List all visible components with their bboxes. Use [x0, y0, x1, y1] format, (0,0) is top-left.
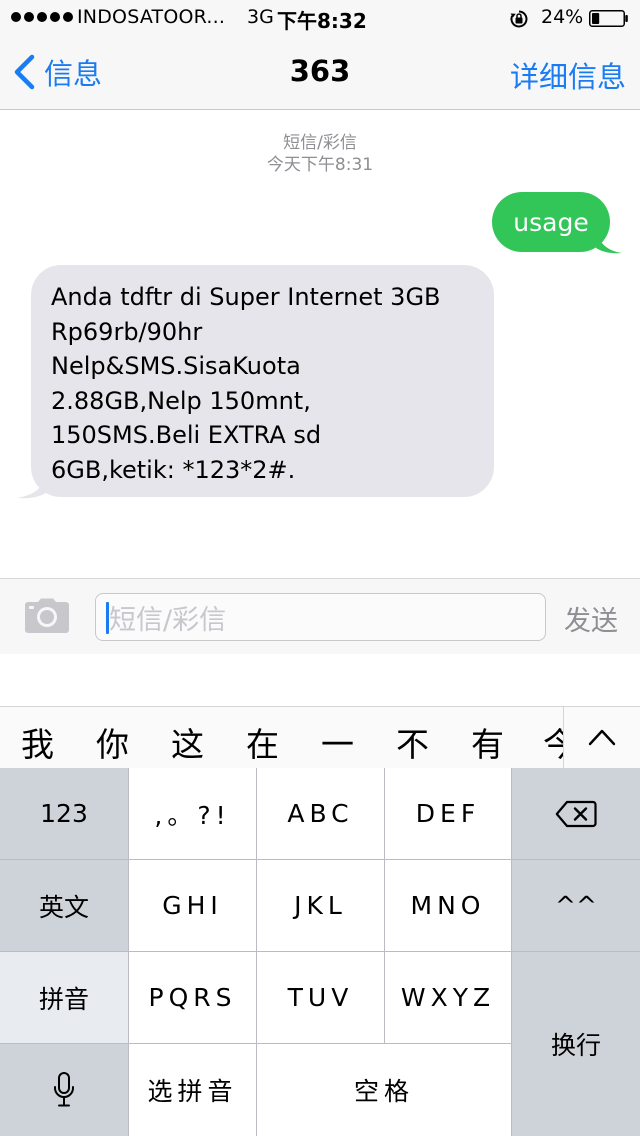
battery-percent: 24% [541, 6, 584, 28]
space-key[interactable]: 空格 [257, 1044, 511, 1136]
key-newline[interactable]: 换行 [512, 952, 640, 1136]
message-type-label: 短信/彩信 [283, 133, 357, 153]
candidate-word[interactable]: 这 [171, 718, 204, 766]
send-button[interactable]: 发送 [564, 599, 618, 638]
candidate-word[interactable]: 你 [96, 718, 129, 766]
incoming-message-bubble[interactable]: Anda tdftr di Super Internet 3GB Rp69rb/… [31, 265, 494, 497]
candidate-word[interactable]: 我 [21, 718, 54, 766]
key-def[interactable]: DEF [385, 768, 511, 859]
key-abc[interactable]: ABC [257, 768, 384, 859]
candidate-word[interactable]: 一 [321, 718, 354, 766]
key-ghi[interactable]: GHI [129, 860, 256, 951]
composer-bar: 发送 [0, 578, 640, 654]
microphone-icon [54, 1072, 74, 1107]
key-microphone[interactable] [0, 1044, 128, 1136]
back-button[interactable]: 信息 [12, 52, 102, 92]
delete-backspace-icon [555, 800, 597, 827]
key-wxyz[interactable]: WXYZ [385, 952, 511, 1043]
expand-candidates-button[interactable] [563, 707, 640, 768]
key-select-pinyin[interactable]: 选拼音 [129, 1044, 256, 1136]
status-bar: INDOSATOOR... 3G 下午8:32 24% [0, 0, 640, 36]
keyboard: 123 ,。?! ABC DEF 英文 GHI JKL MNO ^^ 拼音 PQ… [0, 768, 640, 1136]
candidate-word[interactable]: 不 [396, 718, 429, 766]
text-cursor [106, 602, 109, 634]
key-pinyin[interactable]: 拼音 [0, 952, 128, 1043]
carrier-name: INDOSATOOR... [77, 6, 226, 28]
navigation-bar: 信息 363 详细信息 [0, 36, 640, 110]
key-punctuation[interactable]: ,。?! [129, 768, 256, 859]
key-emoticon[interactable]: ^^ [512, 860, 640, 951]
key-jkl[interactable]: JKL [257, 860, 384, 951]
battery-icon [589, 10, 628, 27]
key-english[interactable]: 英文 [0, 860, 128, 951]
candidate-word[interactable]: 在 [246, 718, 279, 766]
message-timestamp: 今天下午8:31 [266, 155, 374, 175]
composer-spacer [0, 654, 640, 706]
status-time: 下午8:32 [277, 9, 367, 33]
candidate-word[interactable]: 有 [471, 718, 504, 766]
key-numbers[interactable]: 123 [0, 768, 128, 859]
delete-key[interactable] [512, 768, 640, 859]
chevron-left-icon [14, 54, 35, 90]
chevron-up-icon [588, 729, 616, 746]
camera-icon[interactable] [24, 598, 70, 634]
key-tuv[interactable]: TUV [257, 952, 384, 1043]
key-pqrs[interactable]: PQRS [129, 952, 256, 1043]
network-type: 3G [247, 6, 274, 28]
message-list[interactable]: 短信/彩信 今天下午8:31 usage Anda tdftr di Super… [0, 111, 640, 578]
key-mno[interactable]: MNO [385, 860, 511, 951]
orientation-lock-icon [510, 10, 528, 28]
signal-dots-icon [11, 12, 73, 22]
back-button-label: 信息 [44, 57, 103, 91]
candidate-bar: 我 你 这 在 一 不 有 今 [0, 706, 640, 768]
details-button[interactable]: 详细信息 [510, 54, 626, 96]
outgoing-message-bubble[interactable]: usage [492, 192, 610, 252]
message-input[interactable] [95, 593, 546, 641]
